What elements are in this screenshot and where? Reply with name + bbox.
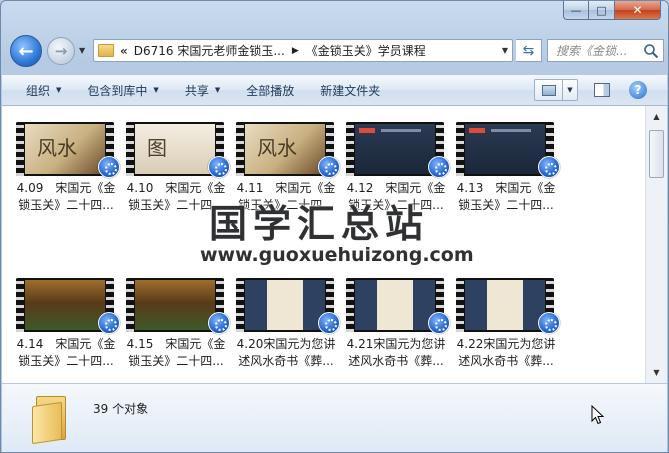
search-icon[interactable] — [643, 43, 659, 59]
maximize-button[interactable]: □ — [589, 1, 615, 20]
new-folder-button[interactable]: 新建文件夹 — [307, 74, 393, 106]
mouse-cursor-icon — [591, 405, 605, 425]
chevron-down-icon: ▼ — [214, 86, 221, 94]
file-item[interactable]: 4.21宋国元为您讲述风水奇书《葬... — [342, 278, 450, 383]
change-view-button[interactable]: ▼ — [534, 79, 578, 101]
minimize-button[interactable]: — — [563, 1, 589, 20]
view-icon — [535, 80, 563, 100]
media-player-icon — [318, 312, 340, 334]
media-player-icon — [428, 156, 450, 178]
media-player-icon — [98, 312, 120, 334]
folder-icon — [98, 44, 114, 57]
file-name: 4.20宋国元为您讲述风水奇书《葬... — [236, 337, 336, 368]
arrow-left-icon: ← — [18, 40, 34, 62]
address-dropdown-icon[interactable]: ▼ — [502, 46, 508, 55]
watermark-title: 国学汇总站 — [209, 202, 430, 246]
file-item[interactable]: 4.14 宋国元《金锁玉关》二十四... — [12, 278, 120, 383]
scroll-down-icon[interactable]: ▼ — [648, 364, 665, 381]
vertical-scrollbar[interactable]: ▲ ▼ — [645, 106, 667, 383]
forward-button[interactable]: → — [47, 37, 75, 65]
preview-pane-icon[interactable] — [594, 83, 610, 97]
file-name: 4.22宋国元为您讲述风水奇书《葬... — [456, 337, 556, 368]
thumbnail-text: 风水 — [37, 136, 77, 160]
file-item[interactable]: 4.22宋国元为您讲述风水奇书《葬... — [452, 278, 560, 383]
caption-buttons: — □ ✕ — [563, 1, 661, 21]
play-all-button[interactable]: 全部播放 — [233, 74, 307, 106]
file-item[interactable]: 4.15 宋国元《金锁玉关》二十四... — [122, 278, 230, 383]
search-placeholder: 搜索《金锁... — [556, 44, 628, 58]
breadcrumb-segment-parent[interactable]: D6716 宋国元老师金锁玉... — [134, 42, 285, 59]
file-name: 4.15 宋国元《金锁玉关》二十四... — [126, 337, 226, 368]
scroll-up-icon[interactable]: ▲ — [648, 108, 665, 125]
arrow-right-icon: → — [54, 42, 68, 60]
media-player-icon — [208, 156, 230, 178]
back-button[interactable]: ← — [10, 35, 42, 67]
file-name: 4.14 宋国元《金锁玉关》二十四... — [16, 337, 116, 368]
include-in-library-label: 包含到库中 — [87, 83, 148, 98]
media-player-icon — [318, 156, 340, 178]
command-bar: 组织 ▼ 包含到库中 ▼ 共享 ▼ 全部播放 新建文件夹 ▼ ? — [2, 74, 667, 106]
refresh-icon: ⇆ — [522, 42, 535, 59]
explorer-window: — □ ✕ ← → ▼ « D6716 宋国元老师金锁玉... ▶ 《金锁玉关》… — [0, 0, 669, 453]
media-player-icon — [538, 312, 560, 334]
media-player-icon — [428, 312, 450, 334]
folder-icon — [32, 394, 72, 445]
thumbnail-text: 图 — [147, 136, 167, 160]
breadcrumb-segment-current[interactable]: 《金锁玉关》学员课程 — [306, 42, 426, 59]
thumbnail-text: 风水 — [257, 136, 297, 160]
file-name: 4.13 宋国元《金锁玉关》二十四... — [456, 181, 556, 212]
help-icon[interactable]: ? — [629, 81, 647, 99]
breadcrumb-separator-icon[interactable]: ▶ — [292, 46, 299, 56]
address-bar[interactable]: « D6716 宋国元老师金锁玉... ▶ 《金锁玉关》学员课程 ▼ — [93, 39, 513, 62]
close-button[interactable]: ✕ — [615, 1, 661, 20]
chevron-down-icon[interactable]: ▼ — [563, 80, 577, 100]
organize-label: 组织 — [26, 83, 51, 98]
organize-menu[interactable]: 组织 ▼ — [2, 74, 74, 106]
file-name: 4.09 宋国元《金锁玉关》二十四... — [16, 181, 116, 212]
file-name: 4.21宋国元为您讲述风水奇书《葬... — [346, 337, 446, 368]
include-in-library-menu[interactable]: 包含到库中 ▼ — [74, 74, 171, 106]
new-folder-label: 新建文件夹 — [320, 83, 381, 98]
chevron-down-icon: ▼ — [56, 86, 62, 94]
file-item[interactable]: 4.20宋国元为您讲述风水奇书《葬... — [232, 278, 340, 383]
media-player-icon — [98, 156, 120, 178]
details-pane: 39 个对象 — [2, 383, 667, 452]
recent-pages-dropdown[interactable]: ▼ — [79, 46, 89, 56]
chevron-down-icon: ▼ — [153, 86, 159, 94]
share-label: 共享 — [184, 83, 209, 98]
play-all-label: 全部播放 — [246, 83, 295, 98]
media-player-icon — [538, 156, 560, 178]
watermark-url: www.guoxuehuizong.com — [200, 244, 474, 266]
file-item[interactable]: 风水 4.09 宋国元《金锁玉关》二十四... — [12, 122, 120, 230]
media-player-icon — [208, 312, 230, 334]
search-input[interactable]: 搜索《金锁... — [547, 39, 664, 62]
item-count: 39 个对象 — [93, 402, 149, 416]
address-overflow-chevron[interactable]: « — [120, 44, 128, 58]
file-item[interactable]: 4.13 宋国元《金锁玉关》二十四... — [452, 122, 560, 230]
scroll-thumb[interactable] — [649, 130, 664, 178]
refresh-button[interactable]: ⇆ — [516, 39, 542, 62]
share-menu[interactable]: 共享 ▼ — [172, 74, 233, 106]
